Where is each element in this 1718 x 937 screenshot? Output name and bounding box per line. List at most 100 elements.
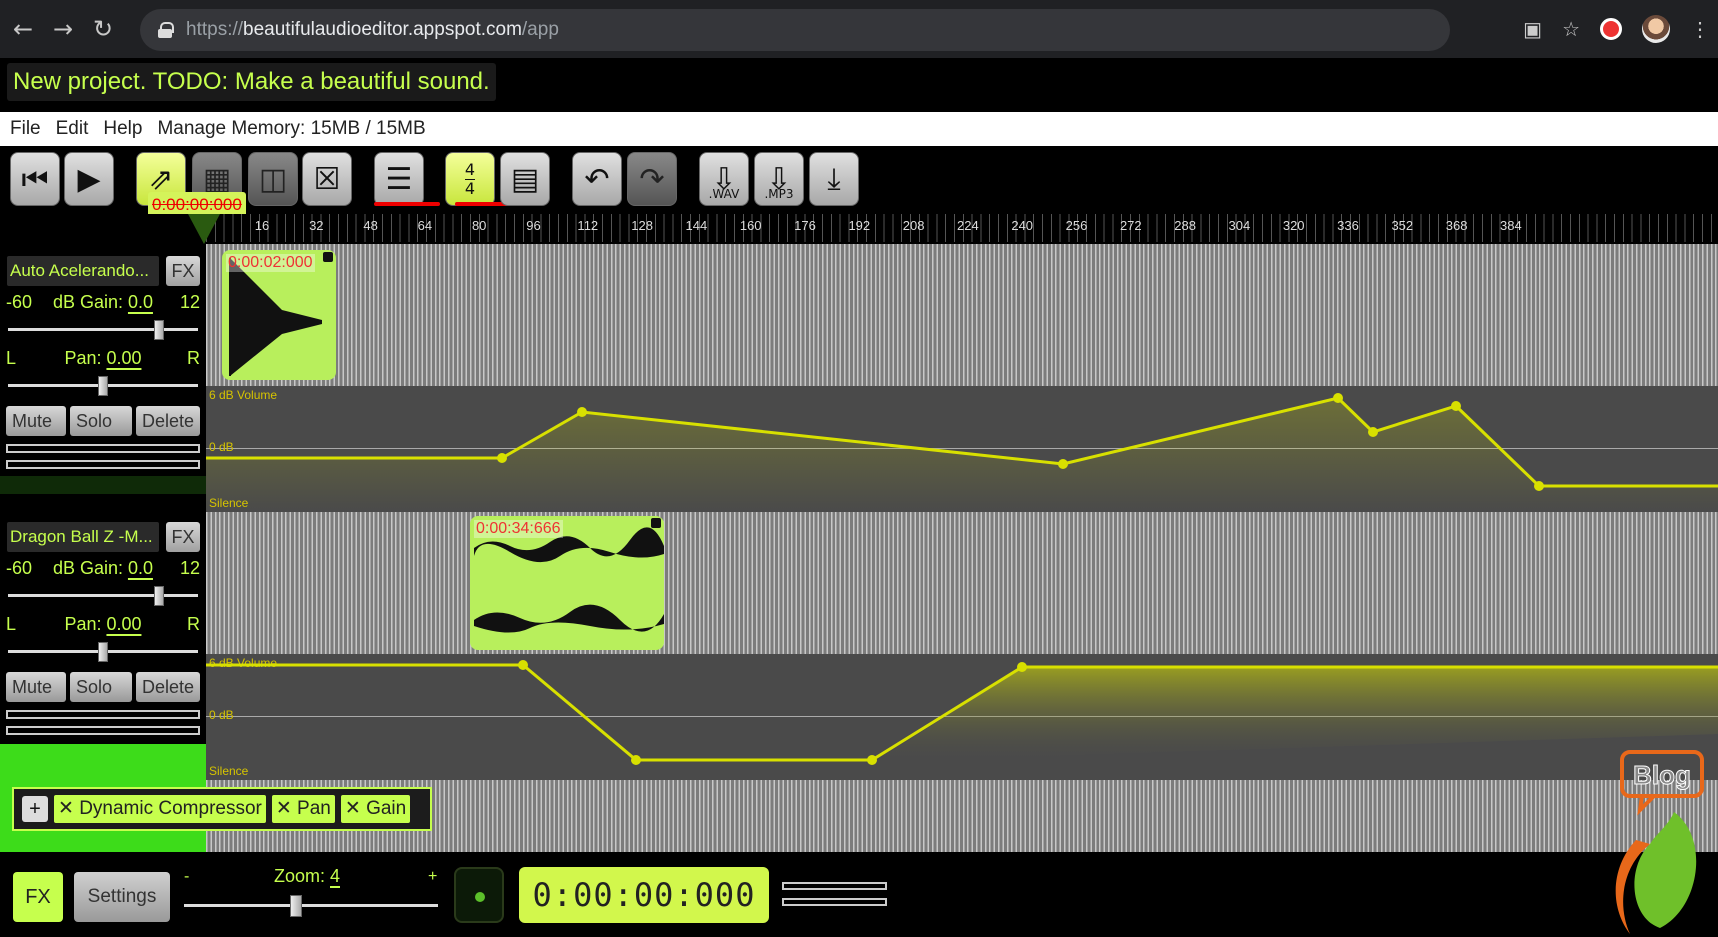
zoom-value: 4 bbox=[330, 866, 341, 888]
skip-to-start-button[interactable]: ⏮ bbox=[10, 152, 60, 206]
clip-time-label: 0:00:34:666 bbox=[474, 520, 563, 538]
extension-icon[interactable] bbox=[1600, 18, 1622, 40]
menu-bar: File Edit Help Manage Memory: 15MB / 15M… bbox=[0, 112, 1718, 146]
profile-avatar[interactable] bbox=[1642, 15, 1670, 43]
pan-label: Pan: 0.00 bbox=[64, 348, 142, 370]
gain-row: -60 dB Gain: 0.0 12 bbox=[6, 558, 200, 582]
playhead-marker[interactable] bbox=[186, 214, 222, 246]
pan-slider-thumb[interactable] bbox=[98, 376, 108, 396]
solo-button[interactable]: Solo bbox=[70, 406, 132, 436]
ruler-tick-label: 320 bbox=[1282, 218, 1305, 233]
pan-left-label: L bbox=[6, 348, 17, 368]
delete-track-button[interactable]: Delete bbox=[136, 672, 200, 702]
effect-pan[interactable]: ✕ Pan bbox=[271, 795, 335, 823]
address-bar[interactable]: https://beautifulaudioeditor.appspot.com… bbox=[140, 9, 1450, 51]
volume-automation-1[interactable]: 6 dB Volume 0 dB Silence bbox=[206, 386, 1718, 512]
play-button[interactable]: ▶ bbox=[64, 152, 114, 206]
export-wav-button[interactable]: ⇩ .WAV bbox=[699, 152, 749, 206]
audio-clip[interactable]: 0:00:34:666 bbox=[470, 516, 664, 650]
pan-label: Pan: 0.00 bbox=[64, 614, 142, 636]
pan-slider-thumb[interactable] bbox=[98, 642, 108, 662]
track-name[interactable]: Dragon Ball Z -M... bbox=[7, 522, 159, 552]
track-name[interactable]: Auto Acelerando... bbox=[7, 256, 159, 286]
play-icon: ▶ bbox=[77, 161, 101, 197]
lock-icon bbox=[158, 22, 174, 38]
close-box-icon: ☒ bbox=[313, 161, 341, 197]
transport-bar: FX Settings - Zoom: 4 + 0:00:00:000 bbox=[0, 852, 1718, 937]
undo-icon: ↶ bbox=[584, 161, 610, 197]
ruler-tick-label: 352 bbox=[1391, 218, 1414, 233]
track-lane-2[interactable]: 0:00:34:666 bbox=[206, 512, 1718, 654]
volume-automation-2[interactable]: 6 dB Volume 0 dB Silence bbox=[206, 654, 1718, 780]
settings-button[interactable]: Settings bbox=[74, 872, 170, 922]
gain-row: -60 dB Gain: 0.0 12 bbox=[6, 292, 200, 316]
mute-button[interactable]: Mute bbox=[6, 406, 66, 436]
split-icon: ◫ bbox=[258, 161, 288, 197]
gain-slider[interactable] bbox=[8, 586, 198, 606]
pan-value[interactable]: 0.00 bbox=[106, 348, 142, 370]
clip-handle[interactable] bbox=[651, 518, 661, 528]
menu-help[interactable]: Help bbox=[103, 118, 142, 140]
automation-curve[interactable] bbox=[206, 386, 1718, 512]
redo-button[interactable]: ↷ bbox=[627, 152, 677, 206]
fx-toggle-button[interactable]: FX bbox=[13, 872, 63, 922]
ruler-tick-label: 304 bbox=[1228, 218, 1251, 233]
empty-track-lane[interactable] bbox=[206, 780, 1718, 852]
pan-value[interactable]: 0.00 bbox=[106, 614, 142, 636]
gain-value[interactable]: 0.0 bbox=[128, 292, 154, 314]
solo-button[interactable]: Solo bbox=[70, 672, 132, 702]
split-button[interactable]: ◫ bbox=[248, 152, 298, 206]
ruler-tick-label: 208 bbox=[902, 218, 925, 233]
zoom-slider[interactable] bbox=[184, 895, 438, 917]
back-icon[interactable]: ← bbox=[6, 12, 40, 46]
logo-text: Blog bbox=[1633, 760, 1691, 790]
mixer-button[interactable]: ☰ bbox=[374, 152, 424, 206]
clip-handle[interactable] bbox=[323, 252, 333, 262]
pan-slider[interactable] bbox=[8, 642, 198, 662]
forward-icon[interactable]: → bbox=[46, 12, 80, 46]
track-fx-button[interactable]: FX bbox=[166, 256, 200, 286]
track-fx-button[interactable]: FX bbox=[166, 522, 200, 552]
reload-icon[interactable]: ↻ bbox=[86, 12, 120, 46]
audio-clip[interactable]: 0:00:02:000 bbox=[222, 250, 336, 380]
automation-curve[interactable] bbox=[206, 654, 1718, 780]
effect-gain[interactable]: ✕ Gain bbox=[340, 795, 411, 823]
menu-manage-memory[interactable]: Manage Memory: 15MB / 15MB bbox=[157, 118, 425, 140]
level-meter-right bbox=[6, 460, 200, 469]
timeline-ruler[interactable]: 16 32 48 64 80 96 112 128 144 160 176 192 208 224 240 2… bbox=[0, 214, 1718, 244]
pan-slider[interactable] bbox=[8, 376, 198, 396]
pan-left-label: L bbox=[6, 614, 17, 634]
mute-button[interactable]: Mute bbox=[6, 672, 66, 702]
ruler-tick-label: 16 bbox=[254, 218, 270, 233]
record-button[interactable] bbox=[454, 867, 504, 923]
track-lane-1[interactable]: 0:00:02:000 bbox=[206, 244, 1718, 386]
metronome-button[interactable]: ▤ bbox=[500, 152, 550, 206]
zoom-label: Zoom: 4 bbox=[274, 866, 341, 888]
menu-dots-icon[interactable]: ⋮ bbox=[1690, 17, 1710, 42]
export-mp3-button[interactable]: ⇩ .MP3 bbox=[754, 152, 804, 206]
bookmark-star-icon[interactable]: ☆ bbox=[1562, 17, 1580, 42]
menu-edit[interactable]: Edit bbox=[56, 118, 89, 140]
gain-label: dB Gain: 0.0 bbox=[52, 292, 154, 314]
gain-slider[interactable] bbox=[8, 320, 198, 340]
add-effect-button[interactable]: + bbox=[22, 796, 48, 822]
download-project-button[interactable]: ⤓ bbox=[809, 152, 859, 206]
cast-icon[interactable]: ▣ bbox=[1523, 17, 1542, 42]
gain-value[interactable]: 0.0 bbox=[128, 558, 154, 580]
download-tray-icon: ⤓ bbox=[827, 161, 841, 197]
pan-row: L Pan: 0.00 R bbox=[6, 614, 200, 638]
delete-selection-button[interactable]: ☒ bbox=[302, 152, 352, 206]
undo-button[interactable]: ↶ bbox=[572, 152, 622, 206]
gain-slider-thumb[interactable] bbox=[154, 586, 164, 606]
track-controls-1: Auto Acelerando... FX -60 dB Gain: 0.0 1… bbox=[0, 244, 206, 494]
ruler-tick-label: 160 bbox=[739, 218, 762, 233]
browser-toolbar: ← → ↻ https://beautifulaudioeditor.appsp… bbox=[0, 0, 1718, 58]
time-signature-button[interactable]: 44 bbox=[445, 152, 495, 206]
track-buttons: Mute Solo Delete bbox=[6, 406, 200, 436]
gain-slider-thumb[interactable] bbox=[154, 320, 164, 340]
effect-dynamic-compressor[interactable]: ✕ Dynamic Compressor bbox=[54, 795, 266, 823]
delete-track-button[interactable]: Delete bbox=[136, 406, 200, 436]
project-title[interactable]: New project. TODO: Make a beautiful soun… bbox=[7, 63, 496, 101]
zoom-slider-thumb[interactable] bbox=[290, 895, 302, 917]
menu-file[interactable]: File bbox=[10, 118, 41, 140]
